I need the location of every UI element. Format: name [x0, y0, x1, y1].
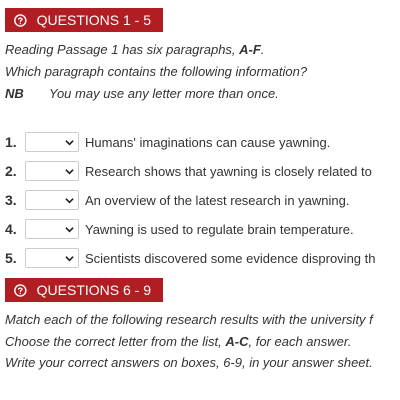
question-row-5: 5. Scientists discovered some evidence d… [5, 247, 375, 269]
question-text: Research shows that yawning is closely r… [85, 163, 372, 179]
answer-select-5[interactable] [25, 248, 79, 268]
chevron-down-icon [65, 140, 74, 146]
question-row-2: 2. Research shows that yawning is closel… [5, 160, 372, 182]
instruction-line-5: Write your correct answers on boxes, 6-9… [5, 355, 373, 370]
question-text: Scientists discovered some evidence disp… [85, 250, 376, 266]
question-text: An overview of the latest research in ya… [85, 192, 350, 208]
chevron-down-icon [65, 256, 74, 262]
question-row-1: 1. Humans' imaginations can cause yawnin… [5, 131, 330, 153]
answer-select-2[interactable] [25, 161, 79, 181]
help-circle-icon [14, 13, 27, 27]
chevron-down-icon [65, 227, 74, 233]
section-2-header: QUESTIONS 6 - 9 [5, 278, 163, 302]
instruction-line-1: Reading Passage 1 has six paragraphs, A-… [5, 42, 265, 57]
instruction-line-4: Choose the correct letter from the list,… [5, 334, 352, 349]
question-number: 1. [5, 134, 17, 150]
question-row-4: 4. Yawning is used to regulate brain tem… [5, 218, 354, 240]
instruction-line-2: Which paragraph contains the following i… [5, 64, 308, 79]
answer-select-3[interactable] [25, 190, 79, 210]
paragraph-range: A-F [239, 42, 261, 57]
section-2-title: QUESTIONS 6 - 9 [36, 282, 151, 298]
answer-select-4[interactable] [25, 219, 79, 239]
question-row-3: 3. An overview of the latest research in… [5, 189, 349, 211]
question-text: Humans' imaginations can cause yawning. [85, 134, 331, 150]
question-number: 2. [5, 163, 17, 179]
help-circle-icon [14, 283, 27, 297]
question-number: 5. [5, 250, 17, 266]
nb-label: NB [5, 86, 24, 101]
section-1-title: QUESTIONS 1 - 5 [36, 12, 151, 28]
instruction-line-3: Match each of the following research res… [5, 312, 373, 327]
chevron-down-icon [65, 169, 74, 175]
letter-range: A-C [225, 334, 249, 349]
section-1-header: QUESTIONS 1 - 5 [5, 8, 163, 32]
question-text: Yawning is used to regulate brain temper… [85, 221, 354, 237]
question-number: 3. [5, 192, 17, 208]
chevron-down-icon [65, 198, 74, 204]
question-number: 4. [5, 221, 17, 237]
nb-note: NB You may use any letter more than once. [5, 86, 279, 102]
nb-text: You may use any letter more than once. [49, 86, 279, 101]
answer-select-1[interactable] [25, 132, 79, 152]
